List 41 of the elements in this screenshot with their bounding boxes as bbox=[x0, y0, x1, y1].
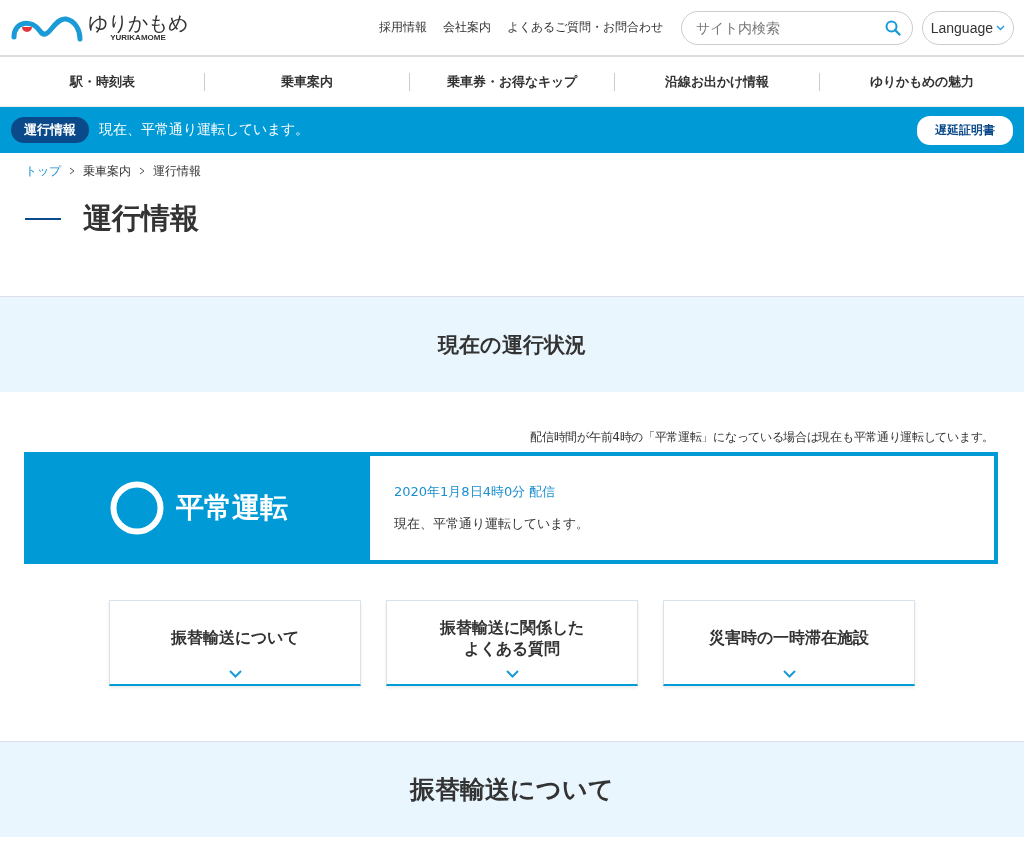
logo-text: ゆりかもめ bbox=[88, 12, 188, 33]
chevron-down-icon bbox=[505, 670, 519, 678]
delay-certificate-button[interactable]: 遅延証明書 bbox=[917, 115, 1013, 145]
chevron-down-icon bbox=[228, 670, 242, 678]
status-message: 現在、平常通り運転しています。 bbox=[394, 515, 590, 533]
nav-item[interactable]: ゆりかもめの魅力 bbox=[820, 72, 1024, 91]
breadcrumb-separator-icon bbox=[139, 167, 145, 175]
status-label: 平常運転 bbox=[176, 490, 288, 526]
nav-item[interactable]: 駅・時刻表 bbox=[0, 72, 204, 91]
breadcrumb-item[interactable]: 乗車案内 bbox=[83, 162, 131, 180]
card-title-line: 振替輸送に関係した bbox=[440, 617, 584, 639]
anchor-card[interactable]: 災害時の一時滞在施設 bbox=[663, 600, 915, 686]
info-message: 現在、平常通り運転しています。 bbox=[99, 121, 309, 139]
page-title: 運行情報 bbox=[83, 200, 199, 237]
header-link[interactable]: 採用情報 bbox=[378, 19, 427, 36]
search-field[interactable]: サイト内検索 bbox=[680, 10, 913, 45]
anchor-card[interactable]: 振替輸送に関係した よくある質問 bbox=[386, 600, 638, 686]
logo[interactable]: ゆりかもめ YURIKAMOME bbox=[10, 12, 188, 43]
header-link[interactable]: 会社案内 bbox=[442, 19, 491, 36]
nav-item[interactable]: 乗車券・お得なキップ bbox=[410, 72, 614, 91]
nav-item[interactable]: 乗車案内 bbox=[205, 72, 409, 91]
info-badge: 運行情報 bbox=[11, 117, 89, 143]
card-title-line: 振替輸送について bbox=[171, 628, 299, 649]
anchor-card[interactable]: 振替輸送について bbox=[109, 600, 361, 686]
breadcrumb-item[interactable]: 運行情報 bbox=[153, 162, 201, 180]
search-icon[interactable] bbox=[884, 19, 901, 36]
chevron-down-icon bbox=[996, 24, 1005, 31]
header-link[interactable]: よくあるご質問・お問合わせ bbox=[506, 19, 663, 36]
chevron-down-icon bbox=[782, 670, 796, 678]
note-text: 配信時間が午前4時の「平常運転」になっている場合は現在も平常通り運転しています。 bbox=[529, 429, 994, 446]
section-title: 振替輸送について bbox=[410, 774, 614, 806]
section-title: 現在の運行状況 bbox=[438, 331, 586, 359]
breadcrumb-item[interactable]: トップ bbox=[25, 162, 61, 180]
nav-item[interactable]: 沿線お出かけ情報 bbox=[615, 72, 819, 91]
circle-icon bbox=[110, 481, 164, 535]
breadcrumb-separator-icon bbox=[69, 167, 75, 175]
card-title-line: よくある質問 bbox=[464, 638, 560, 660]
status-time: 2020年1月8日4時0分 配信 bbox=[394, 483, 557, 501]
card-title-line: 災害時の一時滞在施設 bbox=[709, 628, 869, 649]
logo-subtext: YURIKAMOME bbox=[110, 32, 166, 43]
language-button[interactable]: Language bbox=[921, 10, 1014, 45]
